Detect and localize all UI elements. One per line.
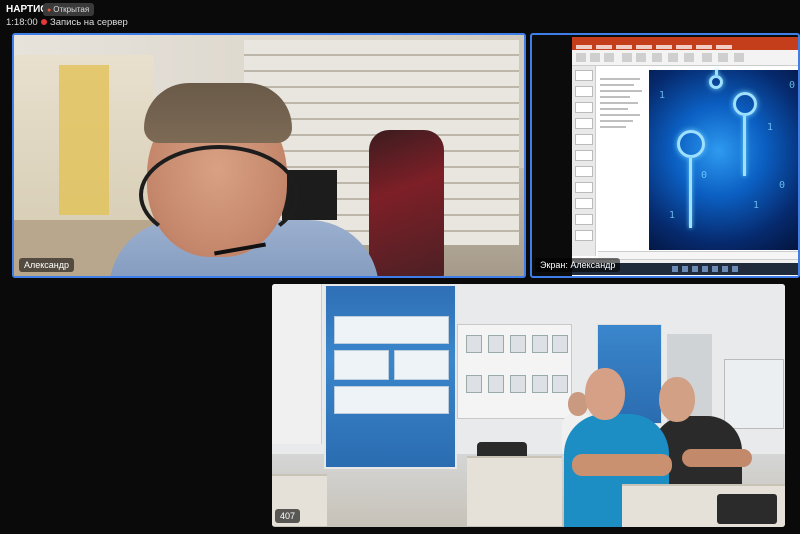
demo-stand-white: [457, 324, 572, 419]
ppt-outline-text: [598, 68, 646, 248]
access-badge-label: Открытая: [53, 5, 90, 14]
participant-face: [659, 377, 695, 422]
participant-name-label: Александр: [19, 258, 75, 272]
key-graphic: [733, 92, 757, 116]
key-graphic: [677, 130, 705, 158]
background-panel: [272, 284, 322, 444]
ppt-slide-preview: 1 1 0 0 1 1 0: [649, 70, 798, 250]
participant-arm: [682, 449, 752, 467]
lock-icon: ●: [47, 7, 52, 14]
desk: [467, 456, 562, 526]
video-tile-speaker[interactable]: Александр: [12, 33, 526, 278]
access-badge[interactable]: ● Открытая: [43, 3, 95, 16]
ppt-title-bar: [572, 37, 798, 44]
video-tile-room[interactable]: 407: [272, 284, 785, 527]
demo-stand-blue: [324, 284, 457, 469]
shared-screen: 1 1 0 0 1 1 0: [572, 37, 798, 276]
video-tile-screen-share[interactable]: 1 1 0 0 1 1 0 Экран: Александр: [530, 33, 800, 278]
background-cabinet: [59, 65, 109, 215]
screen-share-label: Экран: Александр: [535, 258, 621, 272]
participant-hair: [144, 83, 292, 143]
record-status[interactable]: Запись на сервер: [50, 17, 128, 28]
top-bar: НАРТИС ● Открытая 1:18:00 Запись на серве…: [0, 0, 800, 30]
background-jacket: [369, 130, 444, 276]
headset-icon: [139, 145, 299, 245]
participant-face: [585, 368, 625, 420]
record-indicator-icon: [41, 19, 47, 25]
conference-title: НАРТИС: [6, 4, 48, 15]
participant-arm: [572, 454, 672, 476]
call-timer: 1:18:00: [6, 17, 38, 28]
background-rack: [724, 359, 784, 429]
ppt-ribbon: [572, 50, 798, 66]
ppt-notes-pane: [598, 251, 798, 259]
phone-device: [717, 494, 777, 524]
ppt-slide-thumbnails: [572, 66, 596, 256]
room-name-label: 407: [275, 509, 301, 523]
